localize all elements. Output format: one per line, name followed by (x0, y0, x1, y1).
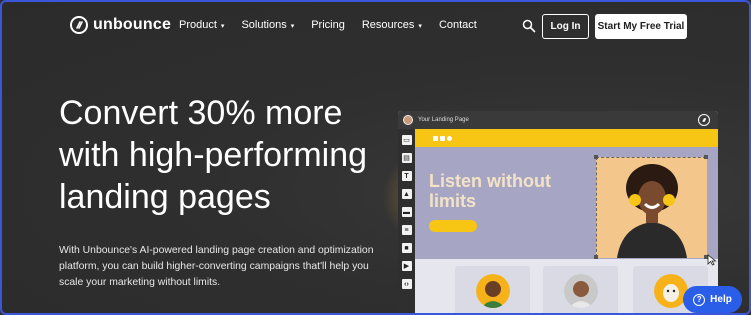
question-icon: ? (693, 293, 706, 306)
hero-headline: Convert 30% more with high-performing la… (59, 94, 368, 216)
mockup-logo-placeholder (433, 136, 452, 141)
top-nav: unbounce Product ▾ Solutions ▾ Pricing R… (2, 2, 749, 50)
section-icon: ▤ (401, 153, 412, 163)
button-icon: ▬ (401, 207, 412, 217)
nav-item-resources[interactable]: Resources ▾ (362, 19, 422, 31)
woman-with-headphones-image (597, 158, 707, 258)
mockup-card (543, 266, 618, 313)
nav-item-label: Contact (438, 19, 477, 31)
login-button[interactable]: Log In (542, 14, 589, 39)
free-trial-button[interactable]: Start My Free Trial (595, 14, 687, 39)
text-icon: T (401, 171, 412, 181)
nav-item-label: Resources (361, 19, 415, 31)
unbounce-logo-icon (698, 114, 710, 126)
mockup-hero-image (594, 155, 708, 259)
layout-icon: ▭ (401, 135, 412, 145)
brand-name: unbounce (93, 16, 172, 33)
code-icon: ‹› (401, 279, 412, 289)
video-icon: ▶ (401, 261, 412, 271)
box-icon: ■ (401, 243, 412, 253)
portrait-image (563, 274, 598, 308)
portrait-image (475, 274, 510, 308)
search-icon[interactable] (522, 19, 536, 33)
help-label: Help (710, 294, 732, 305)
avatar (403, 115, 413, 125)
page-frame: unbounce Product ▾ Solutions ▾ Pricing R… (0, 0, 751, 315)
nav-item-product[interactable]: Product ▾ (179, 19, 224, 31)
mockup-canvas-heading: Listen without limits (429, 171, 551, 211)
nav-item-solutions[interactable]: Solutions ▾ (241, 19, 294, 31)
chevron-down-icon: ▾ (220, 22, 225, 30)
mockup-title: Your Landing Page (418, 117, 469, 123)
chevron-down-icon: ▾ (290, 22, 295, 30)
image-icon: ▲ (401, 189, 412, 199)
unbounce-logo-icon (70, 16, 88, 34)
nav-item-pricing[interactable]: Pricing (311, 19, 345, 31)
dog-image (653, 274, 688, 308)
nav-item-label: Pricing (311, 19, 345, 31)
brand-logo[interactable]: unbounce (70, 16, 171, 34)
mockup-cta-placeholder (429, 220, 477, 232)
mockup-card-row (415, 259, 718, 313)
cursor-icon (707, 254, 717, 266)
mockup-canvas-hero: Listen without limits (415, 129, 718, 259)
hero-subtext: With Unbounce's AI-powered landing page … (59, 245, 374, 288)
mockup-card (455, 266, 530, 313)
mockup-titlebar: Your Landing Page (398, 111, 718, 129)
nav-item-label: Solutions (241, 19, 287, 31)
nav-item-label: Product (179, 19, 217, 31)
mockup-header-bar (415, 129, 718, 147)
builder-toolbar: ▭ ▤ T ▲ ▬ ≡ ■ ▶ ‹› (398, 129, 415, 313)
primary-nav: Product ▾ Solutions ▾ Pricing Resources … (179, 19, 494, 31)
form-icon: ≡ (401, 225, 412, 235)
help-button[interactable]: ? Help (683, 286, 742, 313)
nav-item-contact[interactable]: Contact (439, 19, 477, 31)
chevron-down-icon: ▾ (418, 22, 422, 30)
builder-mockup: Your Landing Page ▭ ▤ T ▲ ▬ ≡ ■ ▶ ‹› Lis… (398, 111, 718, 313)
